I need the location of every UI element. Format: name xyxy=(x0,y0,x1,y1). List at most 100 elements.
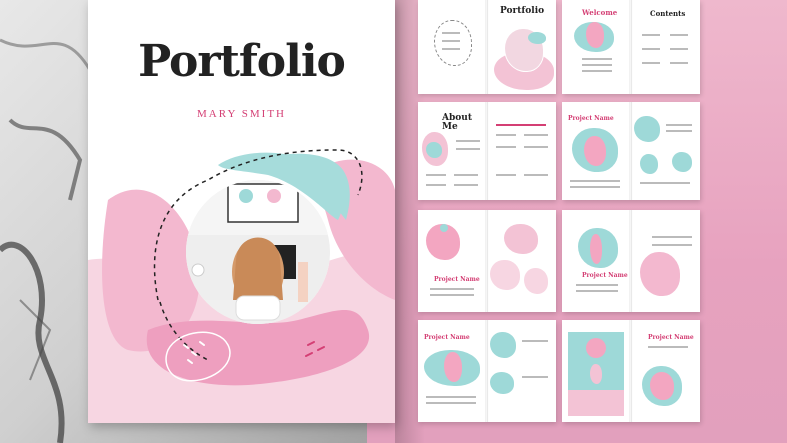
photo-blob xyxy=(640,252,680,296)
text-line xyxy=(640,182,690,184)
teal-blob xyxy=(528,32,546,44)
text-line xyxy=(652,244,692,246)
teal-blob xyxy=(640,154,658,174)
spread-left-page xyxy=(418,0,487,94)
text-line xyxy=(666,130,692,132)
spread-left-page: Project Name xyxy=(418,210,487,312)
gutter-shade xyxy=(485,0,489,94)
photo-blob xyxy=(584,136,606,166)
spread-portfolio-intro: Portfolio xyxy=(418,0,556,94)
text-line xyxy=(442,48,460,50)
accent-line xyxy=(496,124,546,126)
text-line xyxy=(648,346,688,348)
portfolio-cover: Portfolio MARY SMITH xyxy=(88,0,395,423)
pink-blob xyxy=(586,22,604,48)
balloon xyxy=(440,224,448,232)
pink-circle xyxy=(586,338,606,358)
gutter-shade xyxy=(629,320,633,422)
spread-project-4: Project Name xyxy=(418,320,556,422)
text-line xyxy=(426,396,476,398)
spread-left-page: Project Name xyxy=(562,102,631,200)
text-line xyxy=(570,180,620,182)
teal-blob xyxy=(634,116,660,142)
text-line xyxy=(582,58,612,60)
text-line xyxy=(442,40,460,42)
spread-right-page xyxy=(487,102,556,200)
text-line xyxy=(652,236,692,238)
text-line xyxy=(570,186,620,188)
about-title: About Me xyxy=(442,113,472,132)
text-line xyxy=(496,174,516,176)
text-line xyxy=(522,340,548,342)
text-line xyxy=(426,174,446,176)
toc-line xyxy=(670,48,688,50)
spread-project-5: Project Name xyxy=(562,320,700,422)
spread-right-page xyxy=(487,320,556,422)
text-line xyxy=(456,140,480,142)
gutter-shade xyxy=(485,210,489,312)
text-line xyxy=(442,32,460,34)
project-title: Project Name xyxy=(434,276,480,283)
text-line xyxy=(524,134,548,136)
spread-left-page: Welcome xyxy=(562,0,631,94)
gutter-shade xyxy=(485,320,489,422)
spread-right-page: Contents xyxy=(631,0,700,94)
toc-line xyxy=(642,34,660,36)
spread-project-2: Project Name xyxy=(418,210,556,312)
teal-blob xyxy=(672,152,692,172)
spread-project-1: Project Name xyxy=(562,102,700,200)
toc-line xyxy=(670,62,688,64)
text-line xyxy=(456,148,480,150)
teal-blob xyxy=(426,142,442,158)
spread-left-page xyxy=(562,320,631,422)
text-line xyxy=(666,124,692,126)
spread-left-page: Project Name xyxy=(562,210,631,312)
text-line xyxy=(576,284,618,286)
pink-shape xyxy=(590,364,602,384)
text-line xyxy=(426,184,446,186)
photo-blob xyxy=(504,224,538,254)
toc-line xyxy=(642,62,660,64)
text-line xyxy=(496,134,516,136)
text-line xyxy=(576,290,618,292)
spread-right-page: Portfolio xyxy=(487,0,556,94)
spread-right-page xyxy=(631,102,700,200)
text-line xyxy=(454,174,478,176)
text-line xyxy=(524,146,548,148)
text-line xyxy=(430,294,474,296)
spread-project-3: Project Name xyxy=(562,210,700,312)
project-title: Project Name xyxy=(582,272,628,279)
text-line xyxy=(582,64,612,66)
gutter-shade xyxy=(485,102,489,200)
photo-blob xyxy=(444,352,462,382)
project-title: Project Name xyxy=(648,334,694,341)
text-line xyxy=(426,402,476,404)
toc-line xyxy=(642,48,660,50)
text-line xyxy=(430,288,474,290)
spread-title: Portfolio xyxy=(500,6,545,16)
spread-welcome-contents: Welcome Contents xyxy=(562,0,700,94)
teal-blob xyxy=(490,332,516,358)
photo-blob xyxy=(590,234,602,264)
spread-left-page: Project Name xyxy=(418,320,487,422)
contents-title: Contents xyxy=(650,9,686,18)
gutter-shade xyxy=(629,102,633,200)
gutter-shade xyxy=(629,0,633,94)
photo-blob xyxy=(490,260,520,290)
text-line xyxy=(454,184,478,186)
text-line xyxy=(524,174,548,176)
spread-left-page: About Me xyxy=(418,102,487,200)
project-title: Project Name xyxy=(568,115,614,122)
toc-line xyxy=(670,34,688,36)
photo-blob xyxy=(650,372,674,400)
spread-right-page xyxy=(631,210,700,312)
text-line xyxy=(496,146,516,148)
welcome-title: Welcome xyxy=(582,8,618,17)
gutter-shade xyxy=(629,210,633,312)
project-title: Project Name xyxy=(424,334,470,341)
teal-blob xyxy=(490,372,514,394)
spread-right-page xyxy=(487,210,556,312)
dashed-frame xyxy=(434,20,472,66)
spread-right-page: Project Name xyxy=(631,320,700,422)
cover-title: Portfolio xyxy=(138,36,346,87)
